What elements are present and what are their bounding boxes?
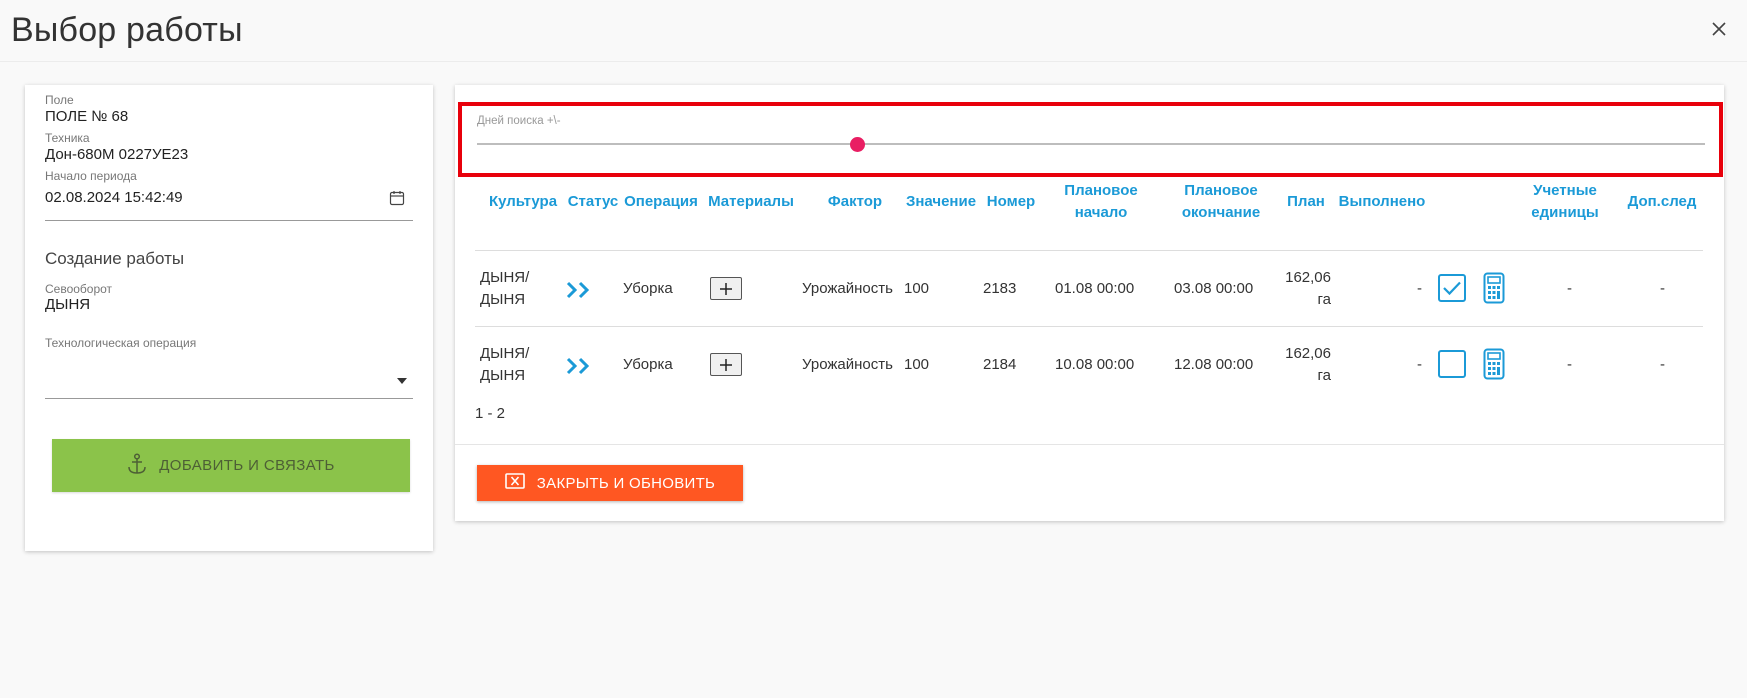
cell-value: 100 bbox=[904, 280, 930, 297]
cell-plan-line2: га bbox=[1317, 291, 1331, 308]
close-and-refresh-button[interactable]: ЗАКРЫТЬ И ОБНОВИТЬ bbox=[477, 465, 743, 501]
col-plan-end-line2: окончание bbox=[1181, 204, 1261, 221]
add-and-link-button[interactable]: ДОБАВИТЬ И СВЯЗАТЬ bbox=[52, 439, 410, 492]
anchor-icon bbox=[127, 452, 147, 479]
col-number[interactable]: Номер bbox=[981, 191, 1041, 213]
create-work-title: Создание работы bbox=[45, 249, 185, 268]
col-materials[interactable]: Материалы bbox=[705, 191, 797, 213]
col-plan-end-line1: Плановое bbox=[1184, 182, 1258, 199]
cell-operation: Уборка bbox=[623, 356, 673, 373]
col-operation[interactable]: Операция bbox=[621, 191, 701, 213]
cell-plan-end: 03.08 00:00 bbox=[1174, 280, 1254, 297]
cell-plan-start: 10.08 00:00 bbox=[1055, 356, 1135, 373]
col-plan-start-line1: Плановое bbox=[1064, 182, 1138, 199]
machine-value: Дон-680М 0227УЕ23 bbox=[45, 146, 189, 163]
cell-culture: ДЫНЯ/ ДЫНЯ bbox=[480, 267, 529, 311]
cell-plan-line1: 162,06 bbox=[1285, 269, 1331, 286]
cell-units: - bbox=[1567, 356, 1572, 373]
close-and-refresh-label: ЗАКРЫТЬ И ОБНОВИТЬ bbox=[536, 474, 716, 492]
field-label: Поле bbox=[45, 93, 74, 107]
status-forward-icon[interactable] bbox=[565, 357, 593, 380]
col-plan-start-line2: начало bbox=[1074, 204, 1128, 221]
search-days-slider-track[interactable] bbox=[477, 143, 1705, 145]
cell-culture-line2: ДЫНЯ bbox=[480, 367, 526, 384]
header-divider bbox=[475, 250, 1703, 251]
col-culture[interactable]: Культура bbox=[485, 191, 561, 213]
col-plan[interactable]: План bbox=[1281, 191, 1331, 213]
col-units[interactable]: Учетные единицы bbox=[1515, 180, 1615, 224]
cell-extra: - bbox=[1660, 280, 1665, 297]
techop-label: Технологическая операция bbox=[45, 336, 197, 350]
period-value: 02.08.2024 15:42:49 bbox=[45, 189, 183, 206]
add-and-link-label: ДОБАВИТЬ И СВЯЗАТЬ bbox=[159, 457, 335, 474]
search-days-slider-thumb[interactable] bbox=[850, 137, 866, 152]
add-material-button[interactable] bbox=[710, 353, 742, 376]
footer-divider bbox=[455, 444, 1724, 445]
col-extra[interactable]: Доп.след bbox=[1621, 191, 1703, 213]
col-plan-start[interactable]: Плановое начало bbox=[1041, 180, 1161, 224]
cell-plan: 162,06 га bbox=[1275, 343, 1331, 387]
cell-done: - bbox=[1417, 280, 1422, 297]
cell-units: - bbox=[1567, 280, 1572, 297]
period-date-input[interactable]: 02.08.2024 15:42:49 bbox=[45, 185, 413, 221]
cell-factor: Урожайность bbox=[802, 280, 893, 297]
cell-done: - bbox=[1417, 356, 1422, 373]
machine-label: Техника bbox=[45, 131, 90, 145]
cell-plan: 162,06 га bbox=[1275, 267, 1331, 311]
techop-select[interactable] bbox=[45, 353, 413, 399]
cell-value: 100 bbox=[904, 356, 930, 373]
col-factor[interactable]: Фактор bbox=[805, 191, 905, 213]
cell-plan-start: 01.08 00:00 bbox=[1055, 280, 1135, 297]
calendar-icon[interactable] bbox=[389, 190, 405, 211]
row-select-checkbox[interactable] bbox=[1438, 350, 1466, 378]
dialog-header: Выбор работы bbox=[0, 0, 1747, 62]
period-label: Начало периода bbox=[45, 169, 137, 183]
cell-culture-line1: ДЫНЯ/ bbox=[480, 345, 530, 362]
close-box-icon bbox=[504, 473, 525, 493]
cell-culture: ДЫНЯ/ ДЫНЯ bbox=[480, 343, 529, 387]
pagination-info: 1 - 2 bbox=[475, 405, 506, 422]
cell-number: 2184 bbox=[983, 356, 1017, 373]
cell-plan-line2: га bbox=[1317, 367, 1331, 384]
cell-plan-end: 12.08 00:00 bbox=[1174, 356, 1254, 373]
col-status[interactable]: Статус bbox=[565, 191, 621, 213]
rotation-value: ДЫНЯ bbox=[45, 296, 91, 313]
cell-number: 2183 bbox=[983, 280, 1017, 297]
add-material-button[interactable] bbox=[710, 277, 742, 300]
col-plan-end[interactable]: Плановое окончание bbox=[1161, 180, 1281, 224]
cell-extra: - bbox=[1660, 356, 1665, 373]
status-forward-icon[interactable] bbox=[565, 281, 593, 304]
row-divider bbox=[475, 326, 1703, 327]
cell-plan-line1: 162,06 bbox=[1285, 345, 1331, 362]
field-value: ПОЛЕ № 68 bbox=[45, 108, 129, 125]
cell-factor: Урожайность bbox=[802, 356, 893, 373]
work-create-panel: Поле ПОЛЕ № 68 Техника Дон-680М 0227УЕ23… bbox=[25, 85, 433, 551]
col-units-line2: единицы bbox=[1531, 204, 1599, 221]
dropdown-arrow-icon bbox=[397, 378, 407, 384]
col-value[interactable]: Значение bbox=[901, 191, 981, 213]
cell-culture-line1: ДЫНЯ/ bbox=[480, 269, 530, 286]
search-days-slider-group: Дней поиска +\- bbox=[458, 102, 1723, 177]
calculator-icon[interactable] bbox=[1483, 348, 1505, 385]
dialog-title: Выбор работы bbox=[11, 11, 243, 49]
col-units-line1: Учетные bbox=[1533, 182, 1597, 199]
cell-operation: Уборка bbox=[623, 280, 673, 297]
works-panel: Дней поиска +\- Культура Статус Операция… bbox=[455, 85, 1724, 521]
col-done[interactable]: Выполнено bbox=[1335, 191, 1429, 213]
close-icon[interactable] bbox=[1705, 15, 1733, 43]
search-days-label: Дней поиска +\- bbox=[477, 115, 561, 127]
row-select-checkbox[interactable] bbox=[1438, 274, 1466, 302]
calculator-icon[interactable] bbox=[1483, 272, 1505, 309]
cell-culture-line2: ДЫНЯ bbox=[480, 291, 526, 308]
rotation-label: Севооборот bbox=[45, 282, 113, 296]
